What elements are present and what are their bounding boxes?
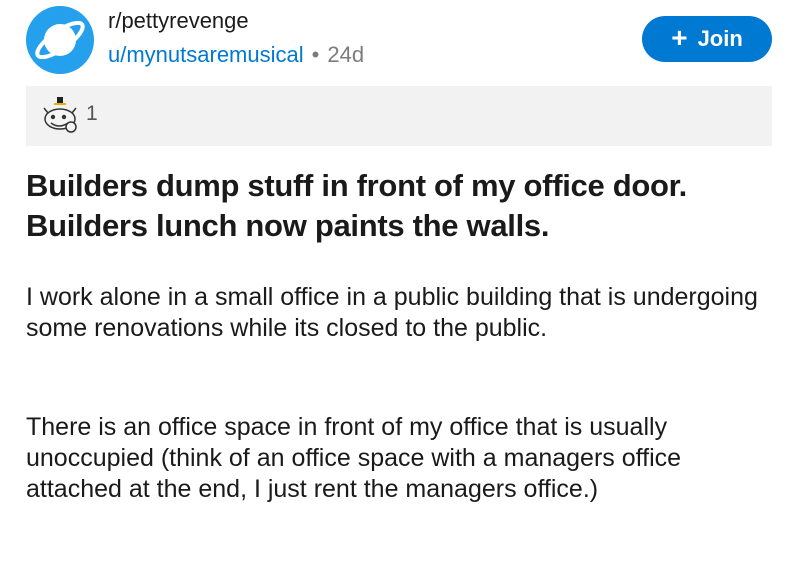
author-link[interactable]: u/mynutsaremusical <box>108 42 304 67</box>
wholesome-award-icon[interactable] <box>40 96 80 141</box>
post-header: r/pettyrevenge u/mynutsaremusical • 24d + … <box>0 0 800 84</box>
post-title: Builders dump stuff in front of my offic… <box>26 168 687 243</box>
post-body-paragraph: There is an office space in front of my … <box>26 413 682 503</box>
award-count: 1 <box>86 102 98 125</box>
post-body-paragraph: I work alone in a small office in a publ… <box>26 283 758 342</box>
post-age: 24d <box>327 42 365 67</box>
subreddit-name[interactable]: r/pettyrevenge <box>108 8 249 34</box>
join-button[interactable]: + Join <box>642 16 772 62</box>
awards-bar: 1 <box>26 86 772 146</box>
subreddit-avatar-icon[interactable] <box>26 6 94 74</box>
meta-separator: • <box>311 42 320 67</box>
plus-icon: + <box>671 21 688 53</box>
post-meta: u/mynutsaremusical • 24d <box>108 42 364 68</box>
join-label: Join <box>697 26 743 51</box>
